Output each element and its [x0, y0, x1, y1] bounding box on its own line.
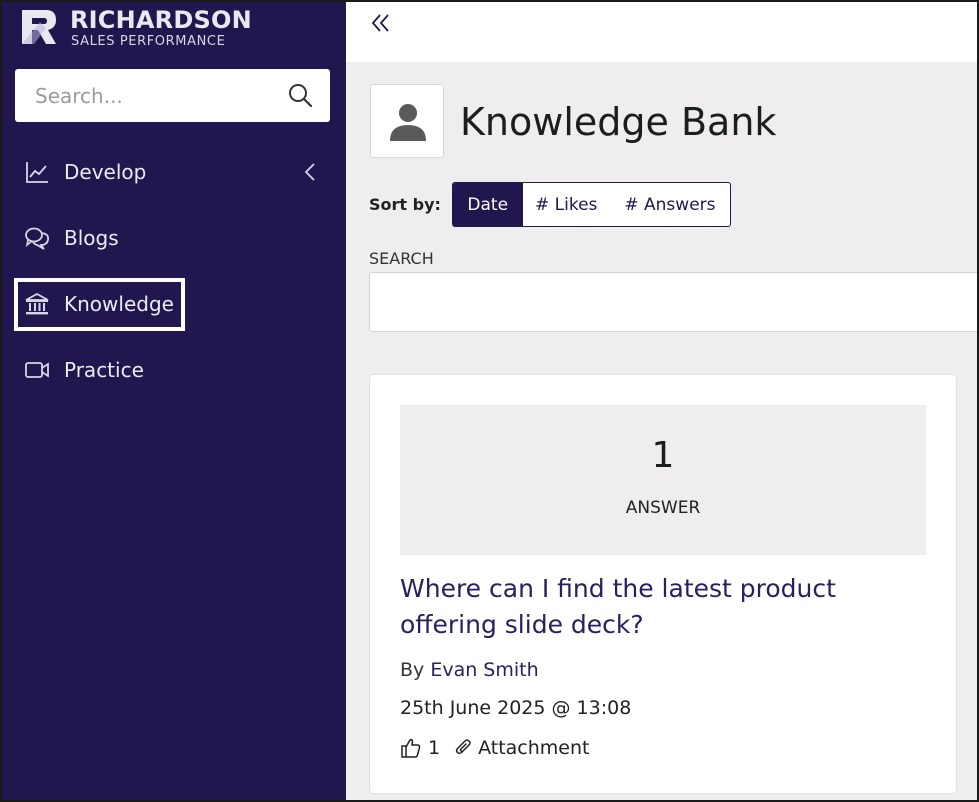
- brand-tagline: SALES PERFORMANCE: [71, 34, 226, 49]
- search-icon[interactable]: [287, 82, 313, 108]
- sort-by-likes-button[interactable]: # Likes: [523, 183, 610, 226]
- double-chevron-left-icon[interactable]: [370, 12, 392, 34]
- top-bar: [346, 2, 977, 62]
- sidebar-item-practice[interactable]: Practice: [24, 350, 324, 390]
- sidebar-item-knowledge[interactable]: Knowledge: [24, 284, 324, 324]
- question-card[interactable]: 1 ANSWER Where can I find the latest pro…: [369, 374, 957, 794]
- attachment-link[interactable]: Attachment: [478, 737, 589, 759]
- sort-by-answers-button[interactable]: # Answers: [610, 183, 730, 226]
- richardson-logo-icon: [22, 10, 56, 44]
- brand-name: RICHARDSON: [70, 6, 252, 34]
- avatar: [370, 84, 444, 158]
- main-content: Knowledge Bank Sort by: Date # Likes # A…: [346, 62, 977, 800]
- sidebar-item-label: Develop: [64, 160, 147, 184]
- answer-count-box: 1 ANSWER: [400, 405, 926, 555]
- question-date: 25th June 2025 @ 13:08: [400, 697, 632, 719]
- question-title-link[interactable]: Where can I find the latest product offe…: [400, 571, 920, 643]
- video-camera-icon: [25, 362, 49, 378]
- paperclip-icon: [455, 739, 471, 755]
- chevron-left-icon[interactable]: [302, 161, 318, 183]
- chat-bubbles-icon: [25, 227, 50, 250]
- question-stats: 1 Attachment: [400, 735, 589, 761]
- question-author: By Evan Smith: [400, 659, 539, 681]
- sidebar: RICHARDSON SALES PERFORMANCE Develop: [2, 2, 346, 800]
- brand-logo[interactable]: RICHARDSON SALES PERFORMANCE: [20, 6, 260, 49]
- sidebar-item-label: Knowledge: [64, 292, 174, 316]
- knowledge-search-input[interactable]: [369, 272, 977, 332]
- sidebar-item-blogs[interactable]: Blogs: [24, 218, 324, 258]
- likes-count: 1: [428, 737, 441, 759]
- app-window: RICHARDSON SALES PERFORMANCE Develop: [0, 0, 979, 802]
- answer-label: ANSWER: [625, 498, 701, 518]
- author-name[interactable]: Evan Smith: [430, 659, 538, 681]
- search-label: SEARCH: [369, 249, 434, 268]
- sidebar-item-label: Practice: [64, 358, 144, 382]
- sidebar-item-develop[interactable]: Develop: [24, 152, 324, 192]
- sidebar-search-input[interactable]: [15, 69, 275, 122]
- user-icon: [390, 104, 426, 141]
- sidebar-search: [15, 69, 330, 122]
- author-prefix: By: [400, 659, 425, 681]
- sort-options: Date # Likes # Answers: [452, 182, 731, 227]
- sort-by-date-button[interactable]: Date: [453, 183, 523, 226]
- bank-icon: [25, 292, 49, 315]
- chart-line-icon: [26, 162, 48, 183]
- page-title: Knowledge Bank: [460, 100, 777, 144]
- answer-count: 1: [651, 435, 675, 476]
- sort-label: Sort by:: [369, 195, 441, 214]
- thumbs-up-icon[interactable]: [400, 737, 422, 759]
- sidebar-item-label: Blogs: [64, 226, 119, 250]
